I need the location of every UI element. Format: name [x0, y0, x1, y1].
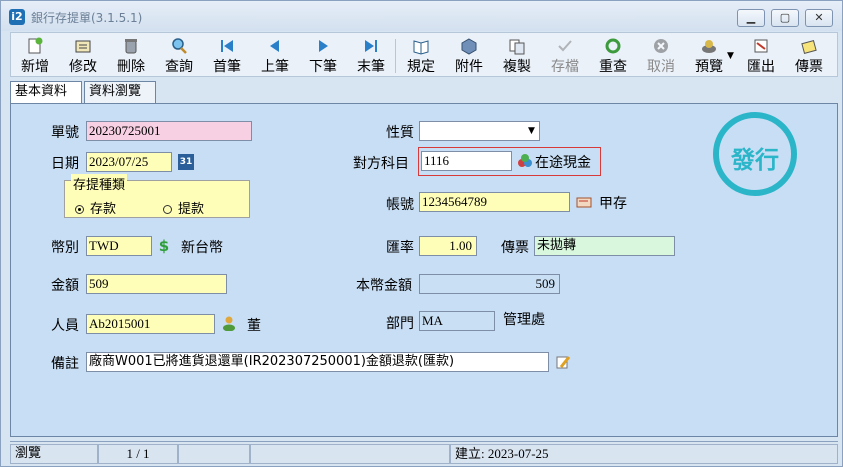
next-icon: [314, 37, 332, 55]
account-name: 甲存: [599, 196, 627, 212]
counter-account-label: 對方科目: [353, 156, 409, 172]
window-title: 銀行存提單(3.1.5.1): [31, 11, 143, 25]
last-record-button[interactable]: 末筆: [349, 35, 393, 76]
voucher-icon: [800, 37, 818, 55]
copy-icon: [508, 37, 526, 55]
book-icon: [412, 37, 430, 55]
last-icon: [362, 37, 380, 55]
account-lookup-icon[interactable]: [517, 153, 533, 169]
form-panel: 單號 20230725001 日期 2023/07/25 31 存提種類 存款 …: [10, 103, 838, 437]
note-label: 備註: [51, 356, 79, 372]
close-button[interactable]: ✕: [805, 9, 833, 27]
issued-stamp: 發行: [713, 112, 797, 196]
amount-label: 金額: [51, 278, 79, 294]
save-icon: [556, 37, 574, 55]
deposit-type-group: 存提種類 存款 提款: [64, 174, 250, 218]
account-no-label: 帳號: [386, 197, 414, 213]
withdraw-radio[interactable]: 提款: [163, 198, 204, 217]
attachment-button[interactable]: 附件: [447, 35, 491, 76]
tab-basic-info[interactable]: 基本資料: [10, 81, 82, 104]
date-label: 日期: [51, 156, 79, 172]
deposit-type-title: 存提種類: [71, 174, 128, 193]
doc-no-label: 單號: [51, 125, 79, 141]
staff-name: 董: [247, 318, 261, 334]
counter-account-field[interactable]: 1116: [421, 151, 512, 171]
date-field[interactable]: 2023/07/25: [86, 152, 172, 172]
radio-unchecked-icon: [163, 205, 172, 214]
search-icon: [170, 37, 188, 55]
nature-select[interactable]: [419, 121, 540, 141]
bank-book-icon[interactable]: [576, 194, 592, 210]
tab-data-browse[interactable]: 資料瀏覽: [84, 81, 156, 103]
currency-label: 幣別: [51, 240, 79, 256]
account-no-field[interactable]: 1234564789: [419, 192, 570, 212]
app-window: i2 銀行存提單(3.1.5.1) ▁ ▢ ✕ 新增 修改 刪除 查詢 首筆 上…: [0, 0, 843, 467]
search-button[interactable]: 查詢: [157, 35, 201, 76]
voucher-status-field: 未拋轉: [534, 236, 675, 256]
dollar-icon[interactable]: $: [156, 238, 172, 254]
title-bar: i2 銀行存提單(3.1.5.1) ▁ ▢ ✕: [1, 1, 842, 31]
export-icon: [752, 37, 770, 55]
nature-label: 性質: [386, 125, 414, 141]
status-record: 1 / 1: [98, 444, 178, 464]
status-blank-1: [178, 444, 250, 464]
person-icon[interactable]: [221, 315, 237, 332]
deposit-radio[interactable]: 存款: [75, 198, 116, 217]
voucher-label: 傳票: [501, 240, 529, 256]
refresh-button[interactable]: 重查: [591, 35, 635, 76]
app-icon: i2: [9, 9, 25, 25]
dept-name: 管理處: [503, 312, 545, 328]
status-created: 建立: 2023-07-25: [450, 444, 838, 464]
amount-field[interactable]: 509: [86, 274, 227, 294]
counter-account-name: 在途現金: [535, 155, 591, 171]
next-record-button[interactable]: 下筆: [301, 35, 345, 76]
attachment-icon: [460, 37, 478, 55]
cancel-icon: [652, 37, 670, 55]
prev-icon: [266, 37, 284, 55]
first-icon: [218, 37, 236, 55]
export-button[interactable]: 匯出: [739, 35, 783, 76]
maximize-button[interactable]: ▢: [771, 9, 799, 27]
dept-field[interactable]: MA: [419, 311, 495, 331]
save-button[interactable]: 存檔: [543, 35, 587, 76]
preview-dropdown-icon[interactable]: ▼: [727, 51, 734, 61]
calendar-icon[interactable]: 31: [178, 154, 194, 170]
rate-field[interactable]: 1.00: [419, 236, 477, 256]
refresh-icon: [604, 37, 622, 55]
doc-no-field[interactable]: 20230725001: [86, 121, 252, 141]
rules-button[interactable]: 規定: [399, 35, 443, 76]
edit-button[interactable]: 修改: [61, 35, 105, 76]
status-mode: 瀏覽: [10, 444, 98, 464]
prev-record-button[interactable]: 上筆: [253, 35, 297, 76]
pencil-edit-icon[interactable]: [555, 354, 571, 370]
staff-field[interactable]: Ab2015001: [86, 314, 215, 334]
copy-button[interactable]: 複製: [495, 35, 539, 76]
dept-label: 部門: [386, 316, 414, 332]
staff-label: 人員: [51, 318, 79, 334]
trash-icon: [122, 37, 140, 55]
cancel-button[interactable]: 取消: [639, 35, 683, 76]
local-amount-field: 509: [419, 274, 560, 294]
status-bar: 瀏覽 1 / 1 建立: 2023-07-25: [10, 441, 838, 465]
currency-name: 新台幣: [181, 240, 223, 256]
chevron-down-icon[interactable]: ▼: [524, 122, 539, 140]
rate-label: 匯率: [386, 240, 414, 256]
edit-icon: [74, 37, 92, 55]
new-doc-icon: [26, 37, 44, 55]
voucher-button[interactable]: 傳票: [787, 35, 831, 76]
toolbar-separator: [395, 39, 396, 73]
local-amount-label: 本幣金額: [356, 278, 412, 294]
currency-field[interactable]: TWD: [86, 236, 152, 256]
first-record-button[interactable]: 首筆: [205, 35, 249, 76]
preview-icon: [700, 37, 718, 55]
status-blank-2: [250, 444, 450, 464]
delete-button[interactable]: 刪除: [109, 35, 153, 76]
note-field[interactable]: 廠商W001已將進貨退還單(IR202307250001)金額退款(匯款): [86, 352, 549, 372]
toolbar: 新增 修改 刪除 查詢 首筆 上筆 下筆 末筆 規定 附件 複製 存檔 重查 取…: [10, 32, 838, 77]
preview-button[interactable]: 預覽: [687, 35, 731, 76]
radio-checked-icon: [75, 205, 84, 214]
new-button[interactable]: 新增: [13, 35, 57, 76]
minimize-button[interactable]: ▁: [737, 9, 765, 27]
